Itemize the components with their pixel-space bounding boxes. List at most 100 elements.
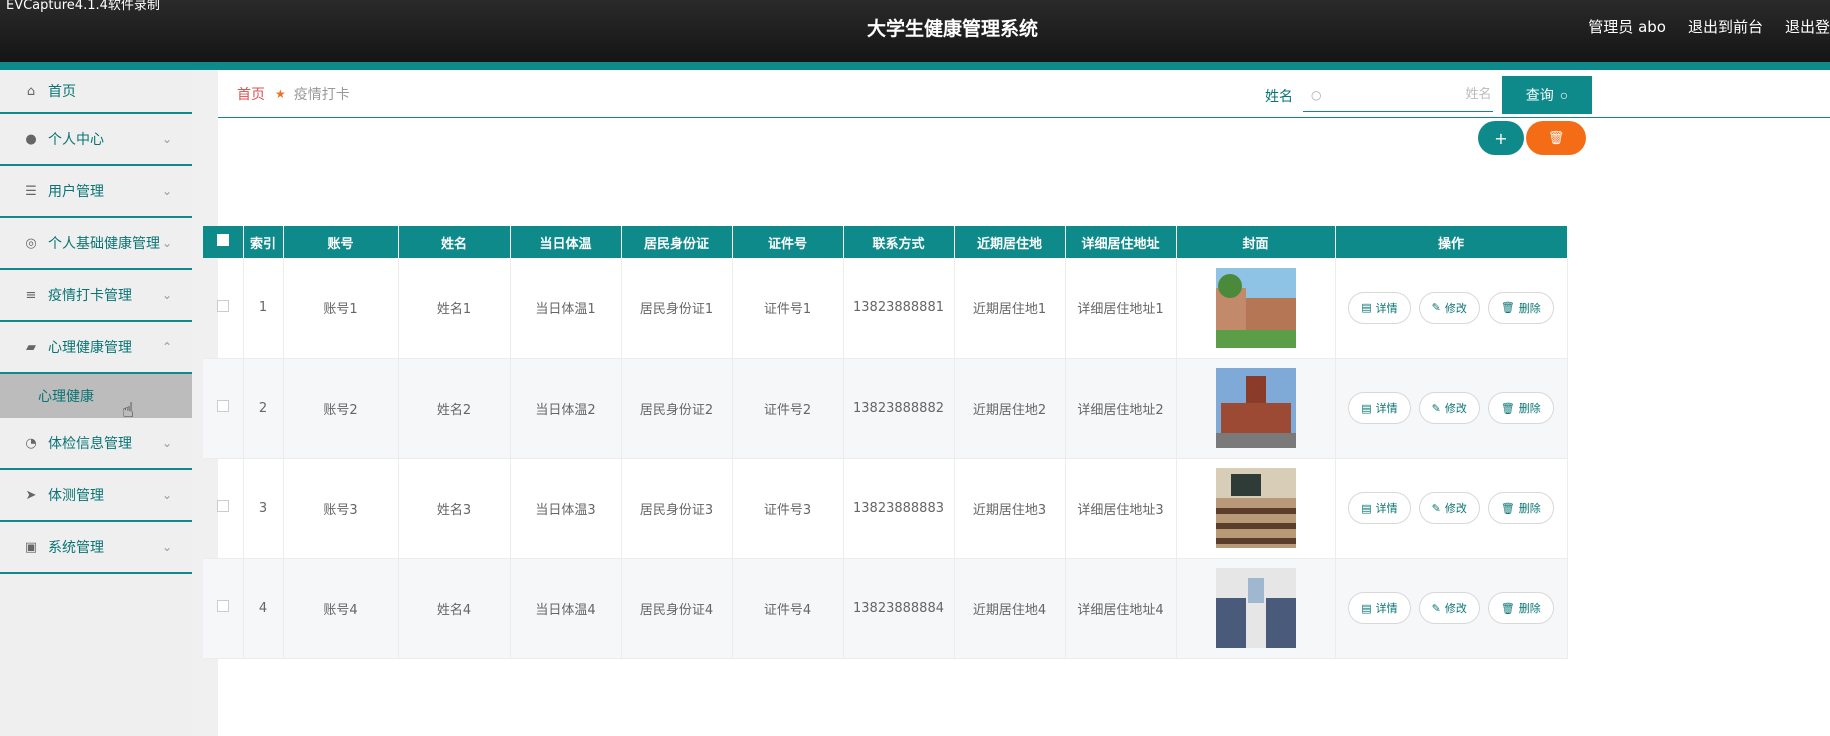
list-icon: ≡ [25, 287, 37, 303]
detail-button[interactable]: ▤ 详情 [1348, 492, 1411, 524]
add-button[interactable]: + [1478, 121, 1524, 155]
message-icon: ▰ [26, 339, 36, 355]
delete-button[interactable]: 🗑 删除 [1487, 492, 1554, 524]
chevron-down-icon: ⌄ [161, 236, 172, 250]
detail-button[interactable]: ▤ 详情 [1348, 592, 1411, 624]
sidebar-item-mental-health[interactable]: ▰ 心理健康管理 ⌃ [0, 322, 192, 374]
sidebar-item-label: 用户管理 [48, 184, 104, 200]
cell-residence: 近期居住地2 [954, 358, 1066, 459]
document-icon: ▤ [1361, 401, 1372, 415]
search-icon: ○ [1559, 87, 1569, 103]
trash-icon: 🗑 [1547, 130, 1565, 146]
delete-button-label: 删除 [1518, 402, 1541, 415]
edit-button[interactable]: ✎ 修改 [1418, 592, 1480, 624]
sidebar-item-physical-test[interactable]: ➤ 体测管理 ⌄ [0, 470, 192, 522]
select-all-checkbox[interactable] [203, 226, 244, 258]
column-header: 近期居住地 [954, 226, 1066, 258]
cell-id-card: 居民身份证2 [621, 358, 733, 459]
sidebar-item-epidemic-checkin[interactable]: ≡ 疫情打卡管理 ⌄ [0, 270, 192, 322]
cell-id-card: 居民身份证3 [621, 458, 733, 559]
cell-actions: ▤ 详情 ✎ 修改 🗑 删除 [1335, 458, 1568, 559]
gauge-icon: ◔ [25, 435, 37, 451]
column-header: 详细居住地址 [1065, 226, 1177, 258]
cell-name: 姓名4 [398, 558, 511, 659]
cell-temperature: 当日体温2 [510, 358, 622, 459]
detail-button-label: 详情 [1375, 301, 1398, 315]
table-row: 4 账号4 姓名4 当日体温4 居民身份证4 证件号4 13823888884 … [203, 558, 1568, 659]
column-header: 居民身份证 [621, 226, 733, 258]
cell-residence: 近期居住地1 [954, 258, 1066, 359]
trash-icon: 🗑 [1500, 501, 1515, 515]
delete-button[interactable]: 🗑 删除 [1487, 291, 1554, 324]
edit-button-label: 修改 [1444, 602, 1467, 615]
breadcrumb-home-link[interactable]: 首页 [237, 84, 265, 104]
delete-button[interactable]: 🗑 删除 [1487, 592, 1554, 624]
sidebar-item-basic-health[interactable]: ◎ 个人基础健康管理 ⌄ [0, 218, 192, 270]
sidebar-item-home[interactable]: ⌂ 首页 [0, 70, 192, 114]
cover-image[interactable] [1215, 468, 1296, 548]
trash-icon: 🗑 [1500, 401, 1515, 415]
chevron-up-icon: ⌃ [161, 340, 172, 354]
sidebar-item-personal-center[interactable]: ● 个人中心 ⌄ [0, 114, 192, 166]
back-to-front-link[interactable]: 退出到前台 [1688, 16, 1763, 37]
name-search-input[interactable] [1321, 87, 1506, 102]
cell-account: 账号1 [283, 258, 399, 359]
row-checkbox[interactable] [203, 258, 244, 359]
cell-account: 账号3 [283, 458, 399, 559]
cover-image[interactable] [1215, 568, 1296, 648]
row-checkbox[interactable] [203, 558, 244, 659]
sidebar-item-label: 体检信息管理 [48, 436, 132, 452]
cell-phone: 13823888882 [843, 358, 955, 459]
column-header: 索引 [243, 226, 284, 258]
cell-id-card: 居民身份证4 [621, 558, 733, 659]
plus-icon: + [1494, 128, 1508, 148]
cell-cover [1176, 358, 1336, 459]
cell-index: 3 [243, 458, 284, 559]
edit-button-label: 修改 [1444, 301, 1467, 315]
sidebar-item-label: 体测管理 [48, 488, 104, 504]
detail-button[interactable]: ▤ 详情 [1348, 291, 1411, 324]
top-header: 大学生健康管理系统 管理员 abo 退出到前台 退出登 [0, 0, 1830, 62]
delete-button[interactable]: 🗑 删除 [1487, 392, 1554, 424]
row-checkbox[interactable] [203, 358, 244, 459]
sliders-icon: ☰ [25, 183, 37, 199]
document-icon: ▤ [1361, 601, 1372, 615]
cover-image[interactable] [1215, 267, 1296, 348]
data-table: 索引 账号 姓名 当日体温 居民身份证 证件号 联系方式 近期居住地 详细居住地… [203, 226, 1568, 659]
cell-phone: 13823888884 [843, 558, 955, 659]
edit-button[interactable]: ✎ 修改 [1418, 291, 1480, 324]
row-checkbox[interactable] [203, 458, 244, 559]
header-accent-strip [0, 62, 1830, 70]
detail-button-label: 详情 [1375, 502, 1398, 515]
cell-actions: ▤ 详情 ✎ 修改 🗑 删除 [1335, 558, 1568, 659]
batch-delete-button[interactable]: 🗑 [1526, 121, 1586, 155]
sidebar-item-label: 首页 [48, 84, 76, 100]
pencil-icon: ✎ [1431, 601, 1441, 615]
sidebar-item-system[interactable]: ▣ 系统管理 ⌄ [0, 522, 192, 574]
detail-button[interactable]: ▤ 详情 [1348, 392, 1411, 424]
star-icon: ★ [275, 86, 286, 101]
query-button[interactable]: 查询 ○ [1502, 76, 1592, 114]
search-label: 姓名 [1265, 89, 1293, 105]
cover-image[interactable] [1215, 368, 1296, 448]
sidebar-item-user-management[interactable]: ☰ 用户管理 ⌄ [0, 166, 192, 218]
cell-cover [1176, 458, 1336, 559]
edit-button-label: 修改 [1444, 402, 1467, 415]
trash-icon: 🗑 [1500, 301, 1515, 315]
column-header: 封面 [1176, 226, 1336, 258]
cell-name: 姓名1 [398, 258, 511, 359]
table-row: 2 账号2 姓名2 当日体温2 居民身份证2 证件号2 13823888882 … [203, 358, 1568, 459]
sidebar-item-medical-exam[interactable]: ◔ 体检信息管理 ⌄ [0, 418, 192, 470]
sidebar-item-label: 系统管理 [48, 540, 104, 556]
current-user: 管理员 abo [1588, 18, 1666, 36]
pencil-icon: ✎ [1431, 401, 1441, 415]
cell-address: 详细居住地址3 [1065, 458, 1177, 559]
delete-button-label: 删除 [1518, 602, 1541, 615]
pencil-icon: ✎ [1431, 301, 1441, 315]
edit-button[interactable]: ✎ 修改 [1418, 392, 1480, 424]
sidebar-subitem-mental-health[interactable]: 心理健康 ☝ [0, 374, 192, 422]
cell-phone: 13823888881 [843, 258, 955, 359]
edit-button[interactable]: ✎ 修改 [1418, 492, 1480, 524]
logout-link[interactable]: 退出登 [1785, 16, 1830, 37]
cell-account: 账号2 [283, 358, 399, 459]
